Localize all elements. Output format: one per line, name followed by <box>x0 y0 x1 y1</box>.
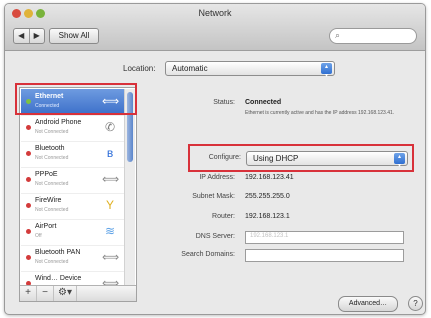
sidebar-item-status: Not Connected <box>35 155 69 161</box>
sidebar-item[interactable]: AirPort Off ≋ <box>21 219 124 246</box>
sidebar-item-label: Bluetooth PAN <box>35 249 81 256</box>
service-actions-button[interactable]: ⚙▾ <box>54 286 77 301</box>
scrollbar-thumb[interactable] <box>127 92 133 162</box>
search-domains-field[interactable] <box>245 249 404 262</box>
title-bar: Network ◀ ▶ Show All ⌕ <box>5 4 425 51</box>
status-dot <box>26 203 31 208</box>
firewire-icon: Y <box>105 198 114 212</box>
sidebar-item-label: Wind… Device <box>35 275 82 282</box>
location-row: Location: Automatic ▴ ▾ <box>5 60 425 79</box>
sidebar-item[interactable]: FireWire Not Connected Y <box>21 193 124 220</box>
dns-server-value: 192.168.123.1 <box>250 233 289 239</box>
search-domains-label: Search Domains: <box>181 251 235 258</box>
status-dot <box>26 151 31 156</box>
sidebar-item-label: PPPoE <box>35 171 58 178</box>
sidebar-item-label: Ethernet <box>35 93 64 100</box>
sidebar-item[interactable]: Bluetooth Not Connected ʙ <box>21 141 124 168</box>
configure-value: Using DHCP <box>253 154 299 163</box>
ip-address-value: 192.168.123.41 <box>245 174 294 181</box>
chevron-updown-icon: ▴ ▾ <box>321 63 332 79</box>
status-dot <box>26 99 31 104</box>
ip-address-label: IP Address: <box>199 174 235 181</box>
status-dot <box>26 177 31 182</box>
ethernet-icon: ⟺ <box>102 250 120 264</box>
sidebar-scrollbar[interactable] <box>124 89 135 285</box>
sidebar-item-status: Not Connected <box>35 129 69 135</box>
sidebar-item-label: AirPort <box>35 223 57 230</box>
service-list: Ethernet Connected ⟺ Android Phone Not Conne… <box>19 87 137 302</box>
sidebar-item[interactable]: PPPoE Not Connected ⟺ <box>21 167 124 194</box>
remove-service-button[interactable]: − <box>37 286 54 301</box>
sidebar-item-status: Off <box>35 233 42 239</box>
search-input[interactable]: ⌕ <box>329 28 417 44</box>
status-dot <box>26 125 31 130</box>
status-label: Status: <box>213 99 235 106</box>
add-service-button[interactable]: + <box>20 286 37 301</box>
sidebar-item-status: Not Connected <box>35 207 69 213</box>
sidebar-item[interactable]: Ethernet Connected ⟺ <box>21 89 124 116</box>
status-dot <box>26 255 31 260</box>
nav-buttons: ◀ ▶ <box>13 28 45 44</box>
ethernet-icon: ⟺ <box>102 172 120 186</box>
back-button[interactable]: ◀ <box>14 29 30 43</box>
status-value: Connected <box>245 99 282 106</box>
service-list-footer: + − ⚙▾ <box>20 285 136 301</box>
location-select[interactable]: Automatic ▴ ▾ <box>165 61 335 79</box>
sidebar-item[interactable]: Bluetooth PAN Not Connected ⟺ <box>21 245 124 272</box>
status-description: Ethernet is currently active and has the… <box>245 110 395 116</box>
router-value: 192.168.123.1 <box>245 213 290 220</box>
configure-label: Configure: <box>208 154 241 161</box>
bluetooth-icon: ʙ <box>106 146 114 160</box>
wifi-icon: ≋ <box>104 224 116 238</box>
dns-server-field[interactable]: 192.168.123.1 <box>245 231 404 244</box>
subnet-mask-label: Subnet Mask: <box>192 193 235 200</box>
chevron-updown-icon: ▴ ▾ <box>394 153 405 169</box>
sidebar-item-label: FireWire <box>35 197 62 204</box>
phone-icon: ✆ <box>104 120 116 134</box>
sidebar-item[interactable]: Android Phone Not Connected ✆ <box>21 115 124 142</box>
sidebar-item-label: Bluetooth <box>35 145 65 152</box>
router-label: Router: <box>212 213 235 220</box>
status-dot <box>26 229 31 234</box>
location-label: Location: <box>123 64 156 73</box>
advanced-button[interactable]: Advanced… <box>338 296 398 312</box>
search-icon: ⌕ <box>335 30 341 40</box>
network-preferences-window: Network ◀ ▶ Show All ⌕ Location: Automat… <box>4 3 426 315</box>
window-title: Network <box>198 8 232 18</box>
configure-select[interactable]: Using DHCP ▴ ▾ <box>246 151 408 169</box>
show-all-button[interactable]: Show All <box>49 28 99 44</box>
forward-button[interactable]: ▶ <box>30 29 45 43</box>
help-button[interactable]: ? <box>408 296 423 311</box>
sidebar-item-status: Connected <box>35 103 60 109</box>
sidebar-item-status: Not Connected <box>35 259 69 265</box>
ethernet-icon: ⟺ <box>102 94 120 108</box>
dns-server-label: DNS Server: <box>195 233 235 240</box>
sidebar-item-status: Not Connected <box>35 181 69 187</box>
location-value: Automatic <box>172 64 208 73</box>
sidebar-item-label: Android Phone <box>35 119 82 126</box>
subnet-mask-value: 255.255.255.0 <box>245 193 290 200</box>
